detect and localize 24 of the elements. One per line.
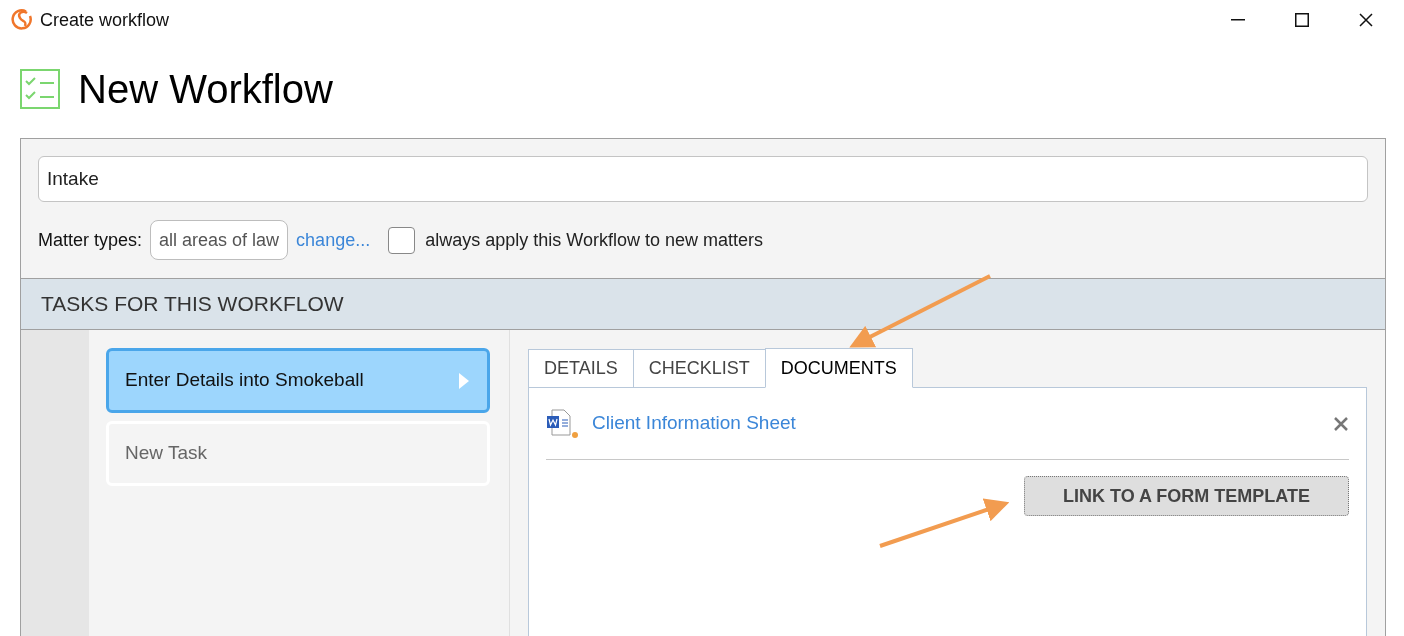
window-title: Create workflow (40, 8, 170, 32)
tab[interactable]: DOCUMENTS (764, 348, 913, 388)
link-form-template-button[interactable]: LINK TO A FORM TEMPLATE (1024, 476, 1349, 516)
workflow-name-field[interactable]: Intake (38, 156, 1368, 202)
matter-types-label: Matter types: (38, 228, 143, 252)
tasks-header: TASKS FOR THIS WORKFLOW (21, 278, 1385, 330)
remove-icon[interactable] (1333, 415, 1349, 432)
tab[interactable]: DETAILS (528, 349, 634, 388)
word-document-icon (546, 408, 578, 439)
tab[interactable]: CHECKLIST (632, 349, 766, 388)
triangle-icon (459, 372, 469, 389)
task-item[interactable]: New Task (106, 421, 490, 486)
matter-types-field[interactable]: all areas of law (150, 220, 289, 260)
task-item[interactable]: Enter Details into Smokeball (106, 348, 490, 413)
minimize-icon (1231, 19, 1245, 21)
app-logo-icon (10, 8, 34, 32)
maximize-icon (1295, 13, 1309, 27)
close-icon (1359, 13, 1373, 27)
document-link[interactable]: Client Information Sheet (592, 409, 1333, 438)
change-link[interactable]: change... (296, 226, 371, 254)
always-apply-label: always apply this Workflow to new matters (425, 228, 763, 252)
always-apply-checkbox[interactable] (388, 226, 416, 254)
page-heading: New Workflow (78, 66, 333, 113)
checklist-icon (20, 69, 60, 109)
